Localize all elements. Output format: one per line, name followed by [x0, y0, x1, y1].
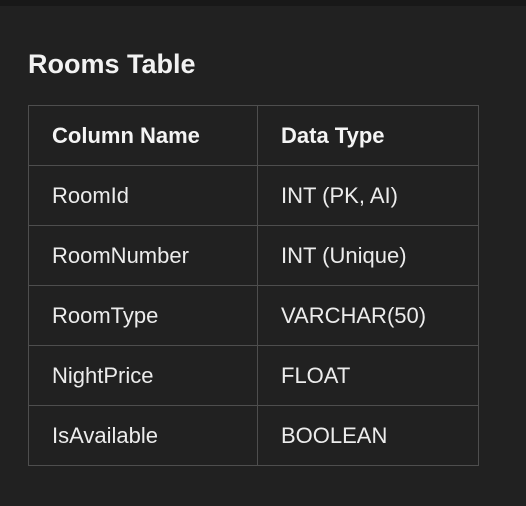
table-row: NightPrice FLOAT	[28, 345, 479, 406]
table-row: IsAvailable BOOLEAN	[28, 405, 479, 466]
table-container: Column Name Data Type RoomId INT (PK, AI…	[28, 105, 479, 466]
data-type-cell: BOOLEAN	[257, 405, 479, 466]
column-name-header: Column Name	[28, 105, 258, 166]
column-name-cell: RoomType	[28, 285, 258, 346]
rooms-schema-table: Column Name Data Type RoomId INT (PK, AI…	[28, 105, 479, 466]
table-header-row: Column Name Data Type	[28, 105, 479, 166]
data-type-cell: INT (Unique)	[257, 225, 479, 286]
data-type-header: Data Type	[257, 105, 479, 166]
data-type-cell: FLOAT	[257, 345, 479, 406]
top-divider	[0, 0, 526, 6]
data-type-cell: INT (PK, AI)	[257, 165, 479, 226]
column-name-cell: RoomNumber	[28, 225, 258, 286]
table-row: RoomType VARCHAR(50)	[28, 285, 479, 346]
column-name-cell: IsAvailable	[28, 405, 258, 466]
data-type-cell: VARCHAR(50)	[257, 285, 479, 346]
table-row: RoomId INT (PK, AI)	[28, 165, 479, 226]
section-heading: Rooms Table	[28, 49, 196, 79]
column-name-cell: NightPrice	[28, 345, 258, 406]
table-row: RoomNumber INT (Unique)	[28, 225, 479, 286]
column-name-cell: RoomId	[28, 165, 258, 226]
